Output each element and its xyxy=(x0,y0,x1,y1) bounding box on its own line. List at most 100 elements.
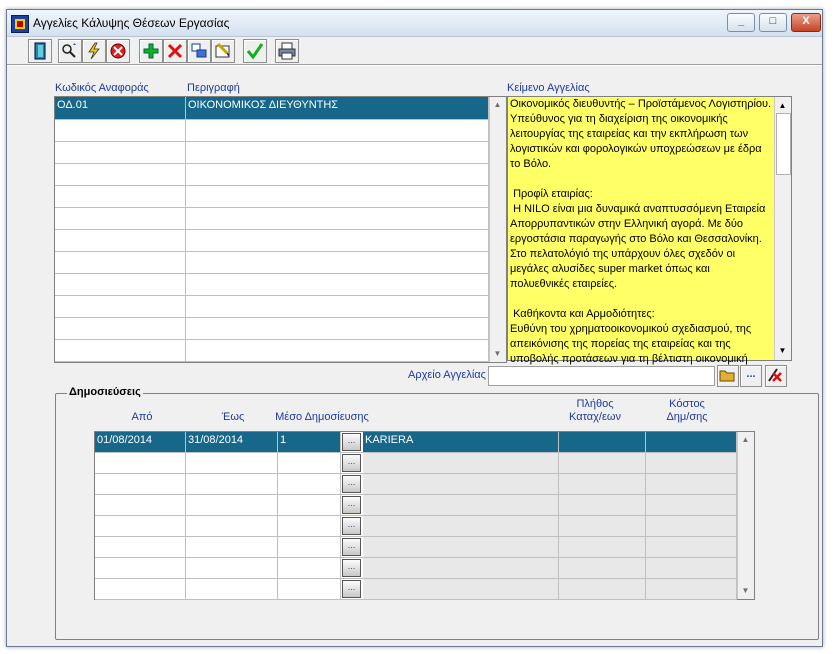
ad-text-area[interactable]: Οικονομικός διευθυντής – Προϊστάμενος Λο… xyxy=(507,96,792,365)
save-button[interactable] xyxy=(243,39,267,63)
to-date-cell[interactable] xyxy=(186,516,278,536)
cost-cell[interactable] xyxy=(646,579,737,599)
from-date-cell[interactable] xyxy=(95,537,186,557)
positions-scrollbar[interactable]: ▲ ▼ xyxy=(489,97,506,362)
description-cell[interactable] xyxy=(186,273,489,295)
from-date-cell[interactable] xyxy=(95,579,186,599)
open-folder-button[interactable] xyxy=(717,365,739,387)
medium-code-cell[interactable] xyxy=(278,579,341,599)
scroll-up-icon[interactable]: ▲ xyxy=(490,97,505,112)
medium-code-cell[interactable] xyxy=(278,495,341,515)
count-cell[interactable] xyxy=(559,558,646,578)
table-row[interactable] xyxy=(55,185,489,208)
table-row[interactable]: ... xyxy=(95,474,737,495)
table-row[interactable] xyxy=(55,119,489,142)
count-cell[interactable] xyxy=(559,474,646,494)
cost-cell[interactable] xyxy=(646,432,737,452)
table-row[interactable]: ... xyxy=(95,579,737,600)
exit-button[interactable] xyxy=(28,39,52,63)
cost-cell[interactable] xyxy=(646,537,737,557)
count-cell[interactable] xyxy=(559,579,646,599)
table-row[interactable] xyxy=(55,163,489,186)
medium-lookup-button[interactable]: ... xyxy=(342,580,361,598)
table-row[interactable] xyxy=(55,251,489,274)
medium-name-cell[interactable] xyxy=(363,453,559,473)
ad-file-field[interactable] xyxy=(488,366,715,386)
clear-file-button[interactable] xyxy=(765,365,787,387)
title-bar[interactable]: Αγγελίες Κάλυψης Θέσεων Εργασίας _ □ X xyxy=(7,10,822,37)
code-cell[interactable] xyxy=(55,141,186,163)
code-cell[interactable] xyxy=(55,295,186,317)
medium-name-cell[interactable] xyxy=(363,579,559,599)
table-row[interactable] xyxy=(55,207,489,230)
code-cell[interactable] xyxy=(55,251,186,273)
ad-text-scrollbar[interactable]: ▲ ▼ xyxy=(774,97,791,360)
from-date-cell[interactable] xyxy=(95,495,186,515)
cancel-query-button[interactable] xyxy=(106,39,130,63)
scroll-down-icon[interactable]: ▼ xyxy=(775,343,790,358)
search-button[interactable] xyxy=(58,39,82,63)
description-cell[interactable] xyxy=(186,163,489,185)
medium-lookup-button[interactable]: ... xyxy=(342,454,361,472)
count-cell[interactable] xyxy=(559,516,646,536)
description-cell[interactable] xyxy=(186,317,489,339)
publications-scrollbar[interactable]: ▲ ▼ xyxy=(737,432,754,599)
maximize-button[interactable]: □ xyxy=(759,13,787,32)
count-cell[interactable] xyxy=(559,453,646,473)
to-date-cell[interactable] xyxy=(186,579,278,599)
to-date-cell[interactable]: 31/08/2014 xyxy=(186,432,278,452)
table-row[interactable]: ... xyxy=(95,558,737,579)
from-date-cell[interactable] xyxy=(95,516,186,536)
description-cell[interactable] xyxy=(186,119,489,141)
medium-lookup-button[interactable]: ... xyxy=(342,433,361,451)
from-date-cell[interactable] xyxy=(95,474,186,494)
description-cell[interactable] xyxy=(186,251,489,273)
scroll-up-icon[interactable]: ▲ xyxy=(738,432,753,447)
cost-cell[interactable] xyxy=(646,516,737,536)
table-row[interactable]: ΟΔ.01 ΟΙΚΟΝΟΜΙΚΟΣ ΔΙΕΥΘΥΝΤΗΣ xyxy=(55,97,489,120)
medium-name-cell[interactable] xyxy=(363,474,559,494)
delete-record-button[interactable] xyxy=(163,39,187,63)
code-cell[interactable] xyxy=(55,207,186,229)
cost-cell[interactable] xyxy=(646,558,737,578)
from-date-cell[interactable] xyxy=(95,453,186,473)
count-cell[interactable] xyxy=(559,537,646,557)
description-cell[interactable] xyxy=(186,229,489,251)
medium-lookup-button[interactable]: ... xyxy=(342,538,361,556)
description-cell[interactable] xyxy=(186,295,489,317)
to-date-cell[interactable] xyxy=(186,495,278,515)
count-cell[interactable] xyxy=(559,495,646,515)
close-button[interactable]: X xyxy=(791,13,821,32)
description-cell[interactable] xyxy=(186,185,489,207)
medium-lookup-button[interactable]: ... xyxy=(342,475,361,493)
table-row[interactable]: ... xyxy=(95,495,737,516)
to-date-cell[interactable] xyxy=(186,558,278,578)
from-date-cell[interactable] xyxy=(95,558,186,578)
cost-cell[interactable] xyxy=(646,474,737,494)
browse-file-button[interactable]: ... xyxy=(740,365,762,387)
insert-record-button[interactable] xyxy=(139,39,163,63)
table-row[interactable] xyxy=(55,317,489,340)
description-cell[interactable] xyxy=(186,141,489,163)
count-cell[interactable] xyxy=(559,432,646,452)
medium-name-cell[interactable] xyxy=(363,537,559,557)
cost-cell[interactable] xyxy=(646,495,737,515)
code-cell[interactable] xyxy=(55,317,186,339)
scroll-down-icon[interactable]: ▼ xyxy=(738,583,753,598)
scroll-down-icon[interactable]: ▼ xyxy=(490,346,505,361)
ad-text-content[interactable]: Οικονομικός διευθυντής – Προϊστάμενος Λο… xyxy=(510,97,772,367)
to-date-cell[interactable] xyxy=(186,474,278,494)
code-cell[interactable] xyxy=(55,229,186,251)
from-date-cell[interactable]: 01/08/2014 xyxy=(95,432,186,452)
medium-lookup-button[interactable]: ... xyxy=(342,559,361,577)
table-row[interactable]: ... xyxy=(95,537,737,558)
duplicate-record-button[interactable] xyxy=(187,39,211,63)
print-button[interactable] xyxy=(275,39,299,63)
code-cell[interactable] xyxy=(55,339,186,361)
minimize-button[interactable]: _ xyxy=(727,13,755,32)
table-row[interactable] xyxy=(55,339,489,362)
table-row[interactable]: 01/08/2014 31/08/2014 1 KARIERA... xyxy=(95,432,737,453)
code-cell[interactable]: ΟΔ.01 xyxy=(55,97,186,119)
medium-name-cell[interactable] xyxy=(363,495,559,515)
medium-name-cell[interactable]: KARIERA xyxy=(363,432,559,452)
